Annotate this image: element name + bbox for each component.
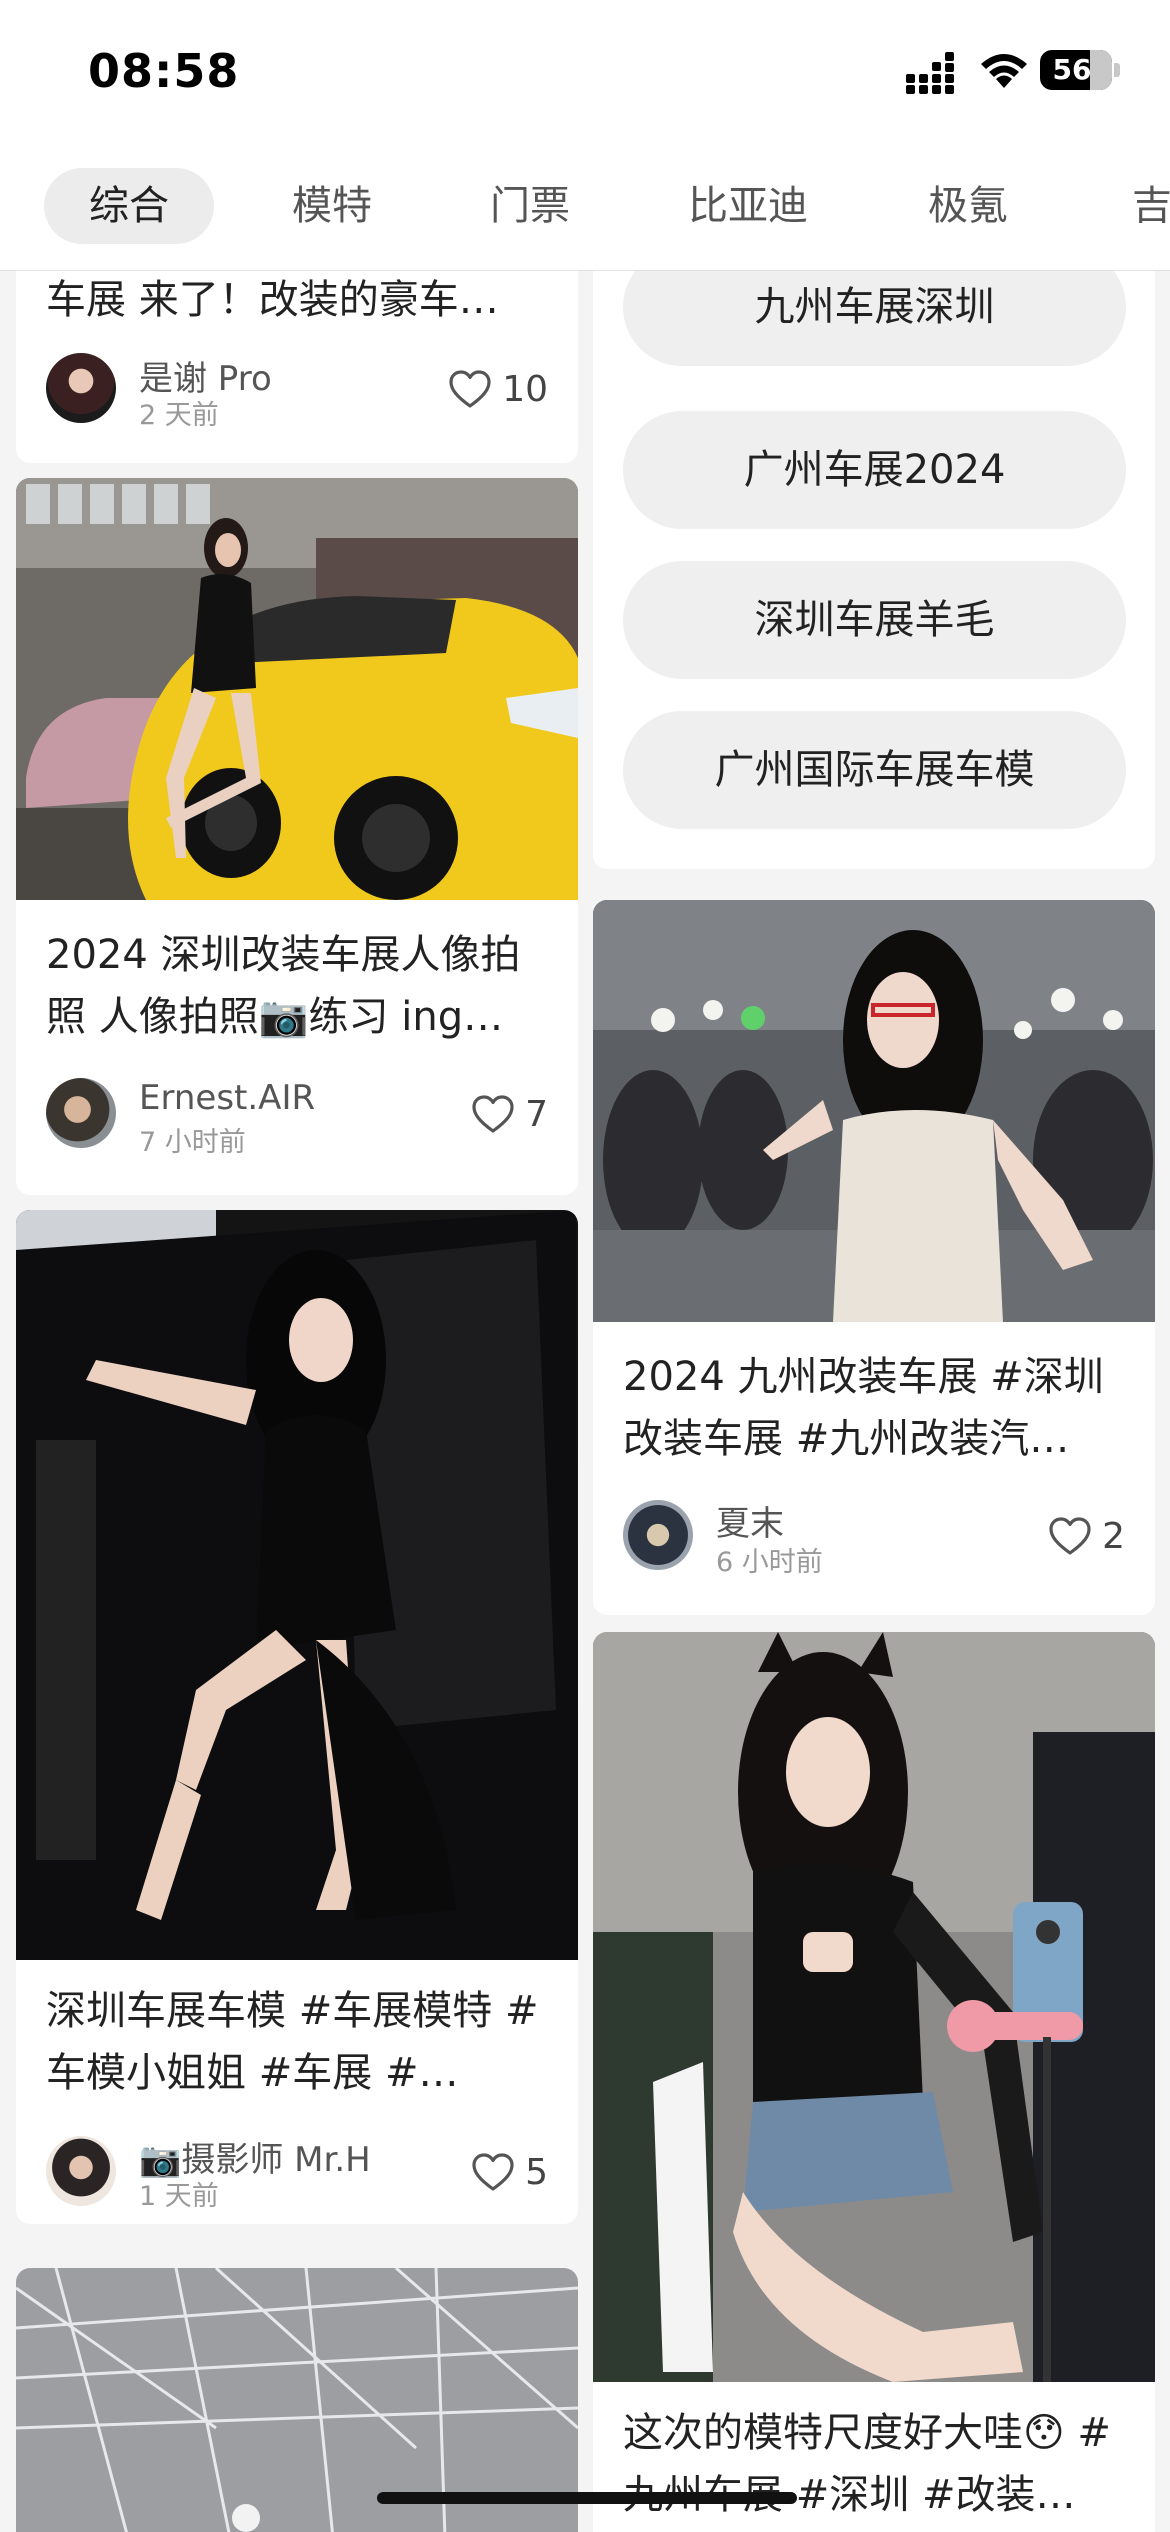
- status-time: 08:58: [88, 44, 240, 98]
- post-title: 2024 九州改装车展 #深圳改装车展 #九州改装汽…: [623, 1354, 1104, 1462]
- related-search-chip[interactable]: 九州车展深圳: [623, 271, 1126, 366]
- related-search-chip[interactable]: 广州国际车展车模: [623, 711, 1126, 829]
- heart-icon: [449, 370, 491, 408]
- tab-models[interactable]: 模特: [262, 168, 402, 244]
- post-title: 2024 深圳改装车展人像拍照 人像拍照📷练习 ing…: [46, 932, 521, 1040]
- heart-icon: [472, 2153, 514, 2191]
- like-button[interactable]: 7: [471, 1092, 548, 1136]
- post-time: 7 小时前: [139, 1127, 246, 1158]
- tab-zeekr[interactable]: 极氪: [898, 168, 1038, 244]
- feed-card[interactable]: 2024 九州改装车展 #深圳改装车展 #九州改装汽… 夏末 6 小时前 2: [593, 900, 1155, 1615]
- post-image[interactable]: [593, 1632, 1155, 2382]
- status-bar: 08:58 56: [0, 0, 1170, 150]
- post-image[interactable]: [593, 900, 1155, 1322]
- battery-level: 56: [1052, 53, 1092, 86]
- post-image[interactable]: imsp: [16, 1210, 578, 1960]
- tab-geely[interactable]: 吉: [1112, 168, 1170, 244]
- like-count: 10: [502, 368, 548, 410]
- author-name[interactable]: Ernest.AIR: [139, 1078, 315, 1118]
- cellular-signal-icon: [906, 52, 954, 94]
- feed-card[interactable]: 2024 深圳改装车展人像拍照 人像拍照📷练习 ing… Ernest.AIR …: [16, 478, 578, 1195]
- author-name[interactable]: 夏末: [716, 1496, 784, 1545]
- wifi-icon: [981, 54, 1027, 88]
- like-count: 7: [525, 1093, 548, 1135]
- post-time: 1 天前: [139, 2181, 219, 2212]
- post-image[interactable]: [16, 478, 578, 900]
- related-search-chip[interactable]: 深圳车展羊毛: [623, 561, 1126, 679]
- tab-tickets[interactable]: 门票: [460, 168, 600, 244]
- avatar[interactable]: [46, 1078, 116, 1148]
- post-title: 深圳车展车模 #车展模特 #车模小姐姐 #车展 #…: [46, 1988, 539, 2096]
- avatar[interactable]: [623, 1500, 693, 1570]
- heart-icon: [1049, 1517, 1091, 1555]
- home-indicator: [377, 2492, 797, 2504]
- post-time: 2 天前: [139, 400, 219, 431]
- feed-card[interactable]: imsp 深圳车展车模 #车展模特 #车模小姐姐 #车展 #… 📷摄影师 Mr.…: [16, 1210, 578, 2224]
- battery-tip: [1114, 63, 1120, 77]
- tab-comprehensive[interactable]: 综合: [44, 168, 214, 244]
- feed-card[interactable]: 车展 来了！改装的豪车… 是谢 Pro 2 天前 10: [16, 271, 578, 463]
- like-button[interactable]: 2: [1048, 1514, 1125, 1558]
- like-button[interactable]: 10: [448, 367, 548, 411]
- like-count: 5: [525, 2151, 548, 2193]
- avatar[interactable]: [46, 353, 116, 423]
- tab-byd[interactable]: 比亚迪: [668, 168, 828, 244]
- related-search-chip[interactable]: 广州车展2024: [623, 411, 1126, 529]
- category-tabs: 综合 模特 门票 比亚迪 极氪 吉: [0, 150, 1170, 271]
- like-count: 2: [1102, 1515, 1125, 1557]
- heart-icon: [472, 1095, 514, 1133]
- post-time: 6 小时前: [716, 1547, 823, 1578]
- feed-card[interactable]: 这次的模特尺度好大哇😯 #九州车展 #深圳 #改装…: [593, 1632, 1155, 2532]
- battery-indicator: 56: [1040, 50, 1112, 90]
- feed: 车展 来了！改装的豪车… 是谢 Pro 2 天前 10 2024 深圳改装车展人…: [0, 271, 1170, 2532]
- avatar[interactable]: [46, 2136, 116, 2206]
- post-title: 车展 来了！改装的豪车…: [46, 277, 499, 323]
- post-title: 这次的模特尺度好大哇😯 #九州车展 #深圳 #改装…: [623, 2410, 1111, 2518]
- like-button[interactable]: 5: [471, 2150, 548, 2194]
